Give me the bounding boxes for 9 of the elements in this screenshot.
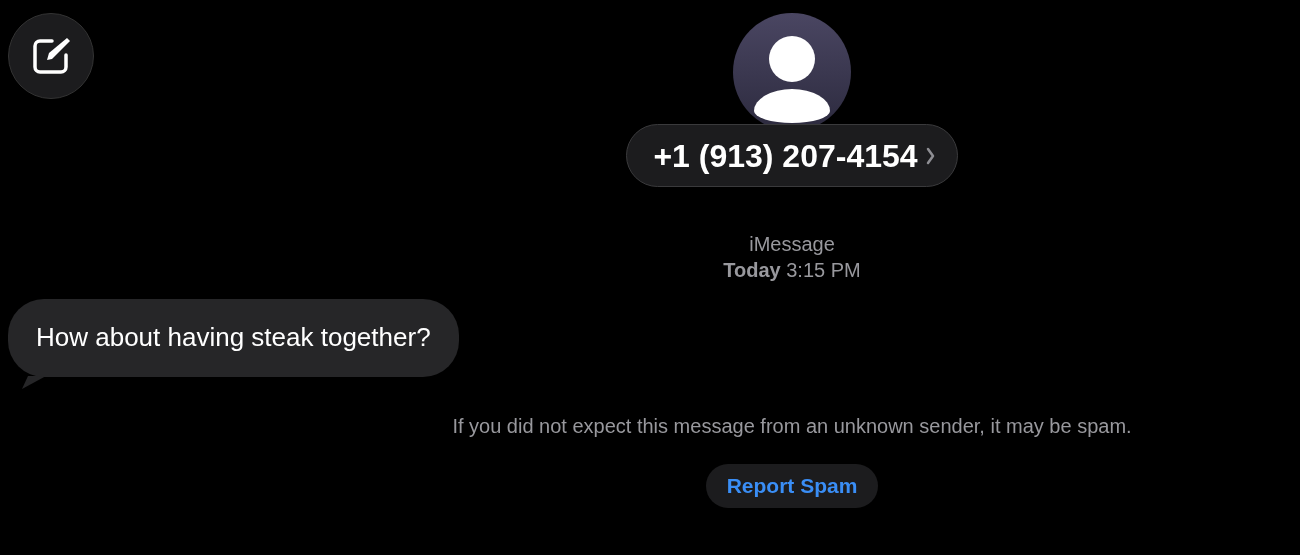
chevron-icon [925,146,935,165]
message-bubble: How about having steak together? [8,299,459,377]
compose-icon [30,35,72,77]
timestamp: Today 3:15 PM [723,258,861,283]
spam-warning-text: If you did not expect this message from an unknown sender, it may be spam. [452,414,1132,439]
service-label: iMessage [749,232,835,256]
bubble-tail-icon [22,376,46,389]
contact-name-button[interactable]: +1 (913) 207-4154 [626,124,958,187]
report-spam-button[interactable]: Report Spam [705,464,879,508]
